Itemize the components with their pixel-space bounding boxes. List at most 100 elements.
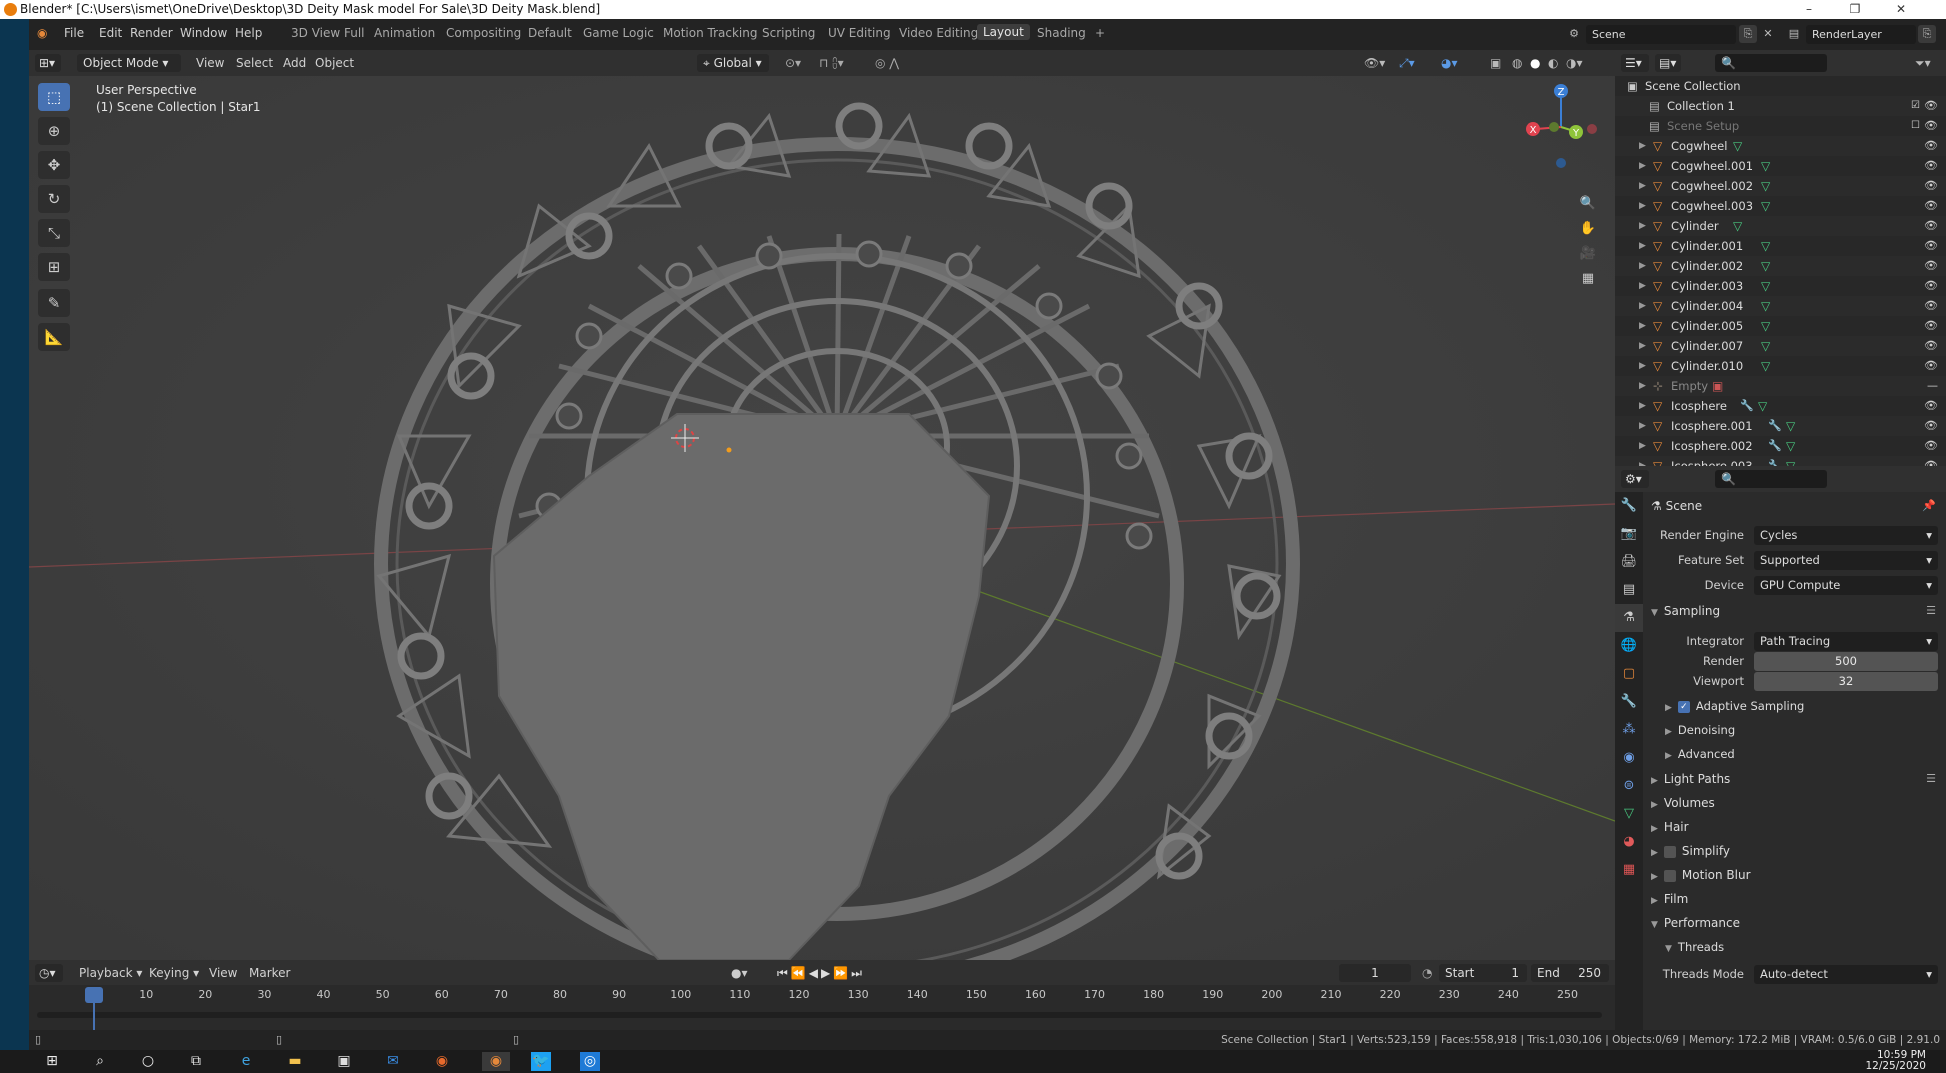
output-tab-icon[interactable]: 🖨 bbox=[1615, 548, 1643, 576]
tab-motion-tracking[interactable]: Motion Tracking bbox=[663, 26, 757, 40]
advanced-panel[interactable]: ▶ Advanced bbox=[1665, 747, 1735, 761]
outliner-item[interactable]: ▶ ▽ Cylinder.007 ▽ 👁 bbox=[1615, 336, 1946, 356]
physics-tab-icon[interactable]: ◉ bbox=[1615, 744, 1643, 772]
store-icon[interactable]: ▣ bbox=[334, 1052, 354, 1071]
scene-tab-icon[interactable]: ⚗ bbox=[1615, 604, 1643, 632]
current-frame-field[interactable]: 1 bbox=[1339, 964, 1411, 982]
integrator-dropdown[interactable]: Path Tracing ▾ bbox=[1754, 632, 1938, 651]
outliner-item[interactable]: ▤ Scene Setup ☐ 👁 bbox=[1615, 116, 1946, 136]
film-panel[interactable]: ▶ Film bbox=[1651, 892, 1688, 906]
rendered-shading-icon[interactable]: ◑▾ bbox=[1566, 56, 1583, 70]
performance-panel[interactable]: ▼ Performance bbox=[1651, 916, 1740, 930]
snap-icon[interactable]: ⊓ ⩉▾ bbox=[819, 56, 844, 71]
denoising-panel[interactable]: ▶ Denoising bbox=[1665, 723, 1735, 737]
light-paths-presets-icon[interactable]: ☰ bbox=[1926, 772, 1936, 785]
navigation-gizmo[interactable]: Z X Y bbox=[1516, 79, 1606, 179]
cursor-tool-icon[interactable]: ⊕ bbox=[38, 117, 70, 145]
scene-name-field[interactable]: Scene bbox=[1586, 25, 1736, 44]
render-engine-dropdown[interactable]: Cycles ▾ bbox=[1754, 526, 1938, 545]
render-tab-icon[interactable]: 📷 bbox=[1615, 520, 1643, 548]
volumes-panel[interactable]: ▶ Volumes bbox=[1651, 796, 1715, 810]
feature-set-dropdown[interactable]: Supported ▾ bbox=[1754, 551, 1938, 570]
tab-uv-editing[interactable]: UV Editing bbox=[828, 26, 891, 40]
display-mode-icon[interactable]: ▤▾ bbox=[1655, 54, 1681, 72]
pan-hand-icon[interactable]: ✋ bbox=[1576, 217, 1600, 241]
file-explorer-icon[interactable]: ▬ bbox=[285, 1052, 305, 1071]
threads-panel[interactable]: ▼ Threads bbox=[1665, 940, 1724, 954]
outliner-item[interactable]: ▶ ▽ Cogwheel.001 ▽ 👁 bbox=[1615, 156, 1946, 176]
end-frame-field[interactable]: End 250 bbox=[1531, 964, 1609, 982]
record-icon[interactable]: ●▾ bbox=[731, 966, 748, 980]
menu-view[interactable]: View bbox=[196, 56, 224, 70]
view-layer-field[interactable]: RenderLayer bbox=[1806, 25, 1916, 44]
firefox-icon[interactable]: ◉ bbox=[432, 1052, 452, 1071]
transform-orientation-dropdown[interactable]: ⌖ Global ▾ bbox=[697, 54, 769, 72]
tab-video-editing[interactable]: Video Editing bbox=[899, 26, 978, 40]
menu-add[interactable]: Add bbox=[283, 56, 306, 70]
tab-compositing[interactable]: Compositing bbox=[446, 26, 521, 40]
twitter-icon[interactable]: 🐦 bbox=[531, 1052, 551, 1071]
timeline-scrollbar[interactable] bbox=[37, 1012, 1602, 1018]
outliner-item[interactable]: ▶ ⊹ Empty ▣ — bbox=[1615, 376, 1946, 396]
camera-view-icon[interactable]: 🎥 bbox=[1576, 242, 1600, 266]
playback-controls[interactable]: ⏮⏪◀▶⏩⏭ bbox=[777, 966, 865, 981]
viewport-samples-field[interactable]: 32 bbox=[1754, 672, 1938, 691]
outliner-item[interactable]: ▶ ▽ Cogwheel ▽ 👁 bbox=[1615, 136, 1946, 156]
solid-shading-icon[interactable]: ● bbox=[1530, 56, 1540, 70]
menu-marker[interactable]: Marker bbox=[249, 966, 290, 980]
blender-menu-icon[interactable]: ◉ bbox=[37, 26, 47, 40]
zoom-icon[interactable]: 🔍 bbox=[1576, 192, 1600, 216]
stopwatch-icon[interactable]: ◔ bbox=[1422, 966, 1432, 980]
overlays-icon[interactable]: ◕▾ bbox=[1441, 56, 1458, 70]
view-layer-tab-icon[interactable]: ▤ bbox=[1615, 576, 1643, 604]
constraints-tab-icon[interactable]: ⊜ bbox=[1615, 772, 1643, 800]
outliner-item[interactable]: ▶ ▽ Cogwheel.003 ▽ 👁 bbox=[1615, 196, 1946, 216]
measure-tool-icon[interactable]: 📐 bbox=[38, 323, 70, 351]
select-box-tool-icon[interactable]: ⬚ bbox=[38, 83, 70, 111]
outliner-editor-icon[interactable]: ☰▾ bbox=[1621, 54, 1649, 72]
playhead[interactable] bbox=[85, 987, 103, 1003]
editor-type-icon[interactable]: ⊞▾ bbox=[35, 54, 61, 72]
tab-shading[interactable]: Shading bbox=[1037, 26, 1086, 40]
app-icon[interactable]: ◎ bbox=[580, 1052, 600, 1071]
outliner-root[interactable]: ▣ Scene Collection bbox=[1615, 76, 1946, 96]
menu-render[interactable]: Render bbox=[130, 26, 173, 40]
windows-start-icon[interactable]: ⊞ bbox=[42, 1052, 62, 1071]
pivot-icon[interactable]: ⊙▾ bbox=[785, 56, 801, 70]
filter-icon[interactable]: ⏷▾ bbox=[1915, 56, 1931, 71]
new-view-layer-icon[interactable]: ⎘ bbox=[1918, 25, 1936, 43]
outliner-item[interactable]: ▶ ▽ Cylinder.002 ▽ 👁 bbox=[1615, 256, 1946, 276]
sampling-presets-icon[interactable]: ☰ bbox=[1926, 604, 1936, 617]
render-samples-field[interactable]: 500 bbox=[1754, 652, 1938, 671]
restore-button[interactable]: ❐ bbox=[1832, 0, 1878, 19]
annotate-tool-icon[interactable]: ✎ bbox=[38, 289, 70, 317]
outliner-item[interactable]: ▶ ▽ Cylinder ▽ 👁 bbox=[1615, 216, 1946, 236]
ortho-grid-icon[interactable]: ▦ bbox=[1576, 267, 1600, 291]
rotate-tool-icon[interactable]: ↻ bbox=[38, 185, 70, 213]
search-icon[interactable]: ⌕ bbox=[90, 1052, 110, 1071]
tool-tab-icon[interactable]: 🔧 bbox=[1615, 492, 1643, 520]
timeline[interactable]: 1102030405060708090100110120130140150160… bbox=[29, 985, 1615, 1030]
tab-default[interactable]: Default bbox=[528, 26, 572, 40]
threads-mode-dropdown[interactable]: Auto-detect ▾ bbox=[1754, 965, 1938, 984]
properties-editor-icon[interactable]: ⚙▾ bbox=[1621, 470, 1649, 488]
outliner-item[interactable]: ▶ ▽ Cylinder.001 ▽ 👁 bbox=[1615, 236, 1946, 256]
particles-tab-icon[interactable]: ⁂ bbox=[1615, 716, 1643, 744]
motion-blur-panel[interactable]: ▶ Motion Blur bbox=[1651, 868, 1751, 882]
menu-keying[interactable]: Keying ▾ bbox=[149, 966, 199, 980]
scale-tool-icon[interactable]: ⤡ bbox=[38, 219, 70, 247]
tab-game-logic[interactable]: Game Logic bbox=[583, 26, 654, 40]
add-workspace-button[interactable]: + bbox=[1095, 26, 1105, 40]
minimize-button[interactable]: – bbox=[1786, 0, 1832, 19]
outliner-item[interactable]: ▶ ▽ Icosphere.001 🔧 ▽ 👁 bbox=[1615, 416, 1946, 436]
data-tab-icon[interactable]: ▽ bbox=[1615, 800, 1643, 828]
hair-panel[interactable]: ▶ Hair bbox=[1651, 820, 1689, 834]
outliner-item[interactable]: ▶ ▽ Cylinder.004 ▽ 👁 bbox=[1615, 296, 1946, 316]
simplify-panel[interactable]: ▶ Simplify bbox=[1651, 844, 1730, 858]
move-tool-icon[interactable]: ✥ bbox=[38, 151, 70, 179]
outliner-search-input[interactable]: 🔍 bbox=[1715, 54, 1827, 72]
edge-icon[interactable]: e bbox=[236, 1052, 256, 1071]
device-dropdown[interactable]: GPU Compute ▾ bbox=[1754, 576, 1938, 595]
visibility-icon[interactable]: 👁▾ bbox=[1364, 56, 1385, 70]
outliner-item[interactable]: ▶ ▽ Cylinder.003 ▽ 👁 bbox=[1615, 276, 1946, 296]
